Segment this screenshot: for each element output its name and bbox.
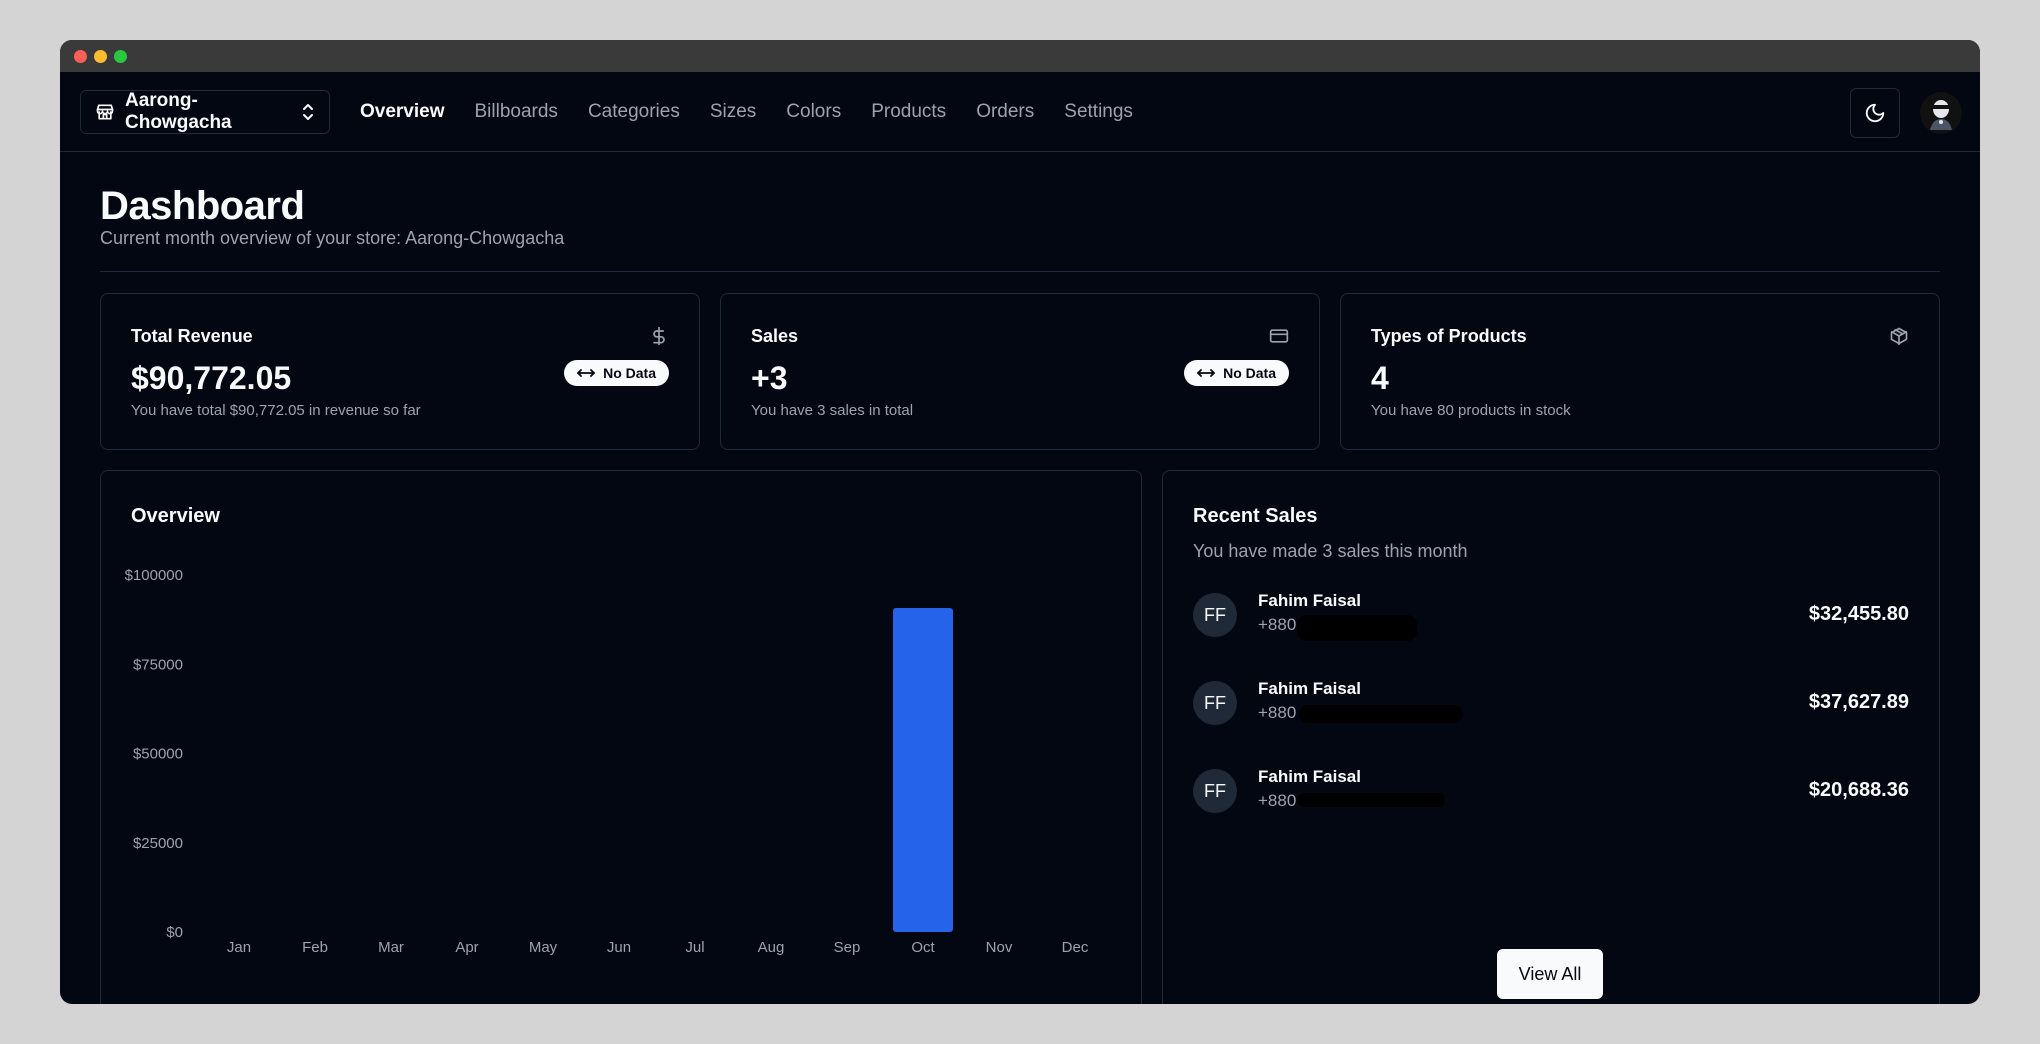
nav-products[interactable]: Products <box>871 101 946 123</box>
sale-amount: $20,688.36 <box>1808 779 1909 801</box>
x-tick-label: May <box>529 939 558 956</box>
customer-name: Fahim Faisal <box>1258 767 1361 786</box>
recent-sales-card: Recent Sales You have made 3 sales this … <box>1162 470 1940 1004</box>
sales-trend-badge: No Data <box>1184 360 1289 386</box>
product-types-card: Types of Products 4 You have 80 products… <box>1340 293 1940 450</box>
window-titlebar <box>60 40 1980 72</box>
close-window-icon[interactable] <box>74 50 87 63</box>
sale-amount: $32,455.80 <box>1808 603 1909 625</box>
page-subtitle: Current month overview of your store: Aa… <box>100 228 565 248</box>
product-types-desc: You have 80 products in stock <box>1371 402 1571 419</box>
product-types-title: Types of Products <box>1371 326 1527 346</box>
total-revenue-desc: You have total $90,772.05 in revenue so … <box>131 402 421 419</box>
product-types-value: 4 <box>1371 360 1389 396</box>
main-nav: Overview Billboards Categories Sizes Col… <box>360 72 1133 152</box>
user-avatar[interactable] <box>1920 92 1962 134</box>
x-tick-label: Aug <box>758 939 785 956</box>
customer-name: Fahim Faisal <box>1258 591 1361 610</box>
y-tick-label: $0 <box>166 924 183 941</box>
theme-toggle-button[interactable] <box>1850 88 1900 138</box>
x-tick-label: Sep <box>834 939 861 956</box>
badge-label: No Data <box>603 365 656 381</box>
x-tick-label: Jul <box>685 939 704 956</box>
nav-categories[interactable]: Categories <box>588 101 680 123</box>
divider <box>100 271 1940 272</box>
sale-row: FF Fahim Faisal +880 $37,627.89 <box>1193 679 1909 729</box>
package-icon <box>1890 327 1908 346</box>
customer-phone: +880 <box>1258 791 1297 810</box>
x-tick-label: Nov <box>986 939 1013 956</box>
y-tick-label: $75000 <box>133 656 183 673</box>
store-name: Aarong-Chowgacha <box>125 90 232 133</box>
customer-avatar: FF <box>1193 681 1237 725</box>
x-tick-label: Jun <box>607 939 631 956</box>
x-tick-label: Feb <box>302 939 328 956</box>
nav-settings[interactable]: Settings <box>1064 101 1133 123</box>
total-revenue-value: $90,772.05 <box>131 360 292 396</box>
sale-row: FF Fahim Faisal +880 $20,688.36 <box>1193 767 1909 817</box>
maximize-window-icon[interactable] <box>114 50 127 63</box>
top-navbar: Aarong-Chowgacha Overview Billboards Cat… <box>60 72 1980 152</box>
sales-title: Sales <box>751 326 799 346</box>
store-icon <box>96 104 114 120</box>
redaction-mark <box>1299 705 1463 723</box>
recent-sales-subtitle: You have made 3 sales this month <box>1193 541 1468 561</box>
sales-desc: You have 3 sales in total <box>751 402 914 419</box>
nav-overview[interactable]: Overview <box>360 101 445 123</box>
arrows-horizontal-icon <box>1197 369 1215 377</box>
overview-bar-chart: $100000 $75000 $50000 $25000 $0 Jan Feb Mar Apr M… <box>125 567 1089 956</box>
nav-sizes[interactable]: Sizes <box>710 101 756 123</box>
x-tick-label: Jan <box>227 939 251 956</box>
sale-amount: $37,627.89 <box>1808 691 1909 713</box>
sales-value: +3 <box>751 360 788 396</box>
store-switcher[interactable]: Aarong-Chowgacha <box>80 90 330 134</box>
view-all-button[interactable]: View All <box>1497 949 1603 999</box>
arrows-horizontal-icon <box>577 369 595 377</box>
sales-card: Sales +3 No Data You have 3 sales in tot… <box>720 293 1320 450</box>
customer-phone: +880 <box>1258 615 1297 634</box>
page-title: Dashboard <box>100 184 305 228</box>
y-tick-label: $50000 <box>133 746 183 763</box>
redaction-mark <box>1297 615 1417 641</box>
nav-colors[interactable]: Colors <box>786 101 841 123</box>
sale-row: FF Fahim Faisal +880 $32,455.80 <box>1193 591 1909 641</box>
total-revenue-title: Total Revenue <box>131 326 253 346</box>
customer-avatar: FF <box>1193 769 1237 813</box>
revenue-trend-badge: No Data <box>564 360 669 386</box>
customer-phone: +880 <box>1258 703 1297 722</box>
customer-avatar: FF <box>1193 593 1237 637</box>
y-tick-label: $25000 <box>133 835 183 852</box>
chevrons-up-down-icon <box>303 104 313 120</box>
x-tick-label: Apr <box>455 939 478 956</box>
nav-billboards[interactable]: Billboards <box>475 101 558 123</box>
dollar-icon <box>653 326 665 346</box>
y-tick-label: $100000 <box>125 567 183 584</box>
moon-icon <box>1865 103 1885 123</box>
user-avatar-icon <box>1930 100 1952 130</box>
x-tick-label: Mar <box>378 939 404 956</box>
customer-name: Fahim Faisal <box>1258 679 1361 698</box>
badge-label: No Data <box>1223 365 1276 381</box>
app-window: Aarong-Chowgacha Overview Billboards Cat… <box>60 40 1980 1004</box>
minimize-window-icon[interactable] <box>94 50 107 63</box>
chart-bar-oct <box>893 607 953 932</box>
total-revenue-card: Total Revenue $90,772.05 No Data You hav… <box>100 293 700 450</box>
x-tick-label: Dec <box>1062 939 1089 956</box>
credit-card-icon <box>1269 329 1289 343</box>
nav-orders[interactable]: Orders <box>976 101 1034 123</box>
x-tick-label: Oct <box>911 939 935 956</box>
overview-chart-card: Overview $100000 $75000 $50000 $25000 $0 Jan F… <box>100 470 1142 1004</box>
recent-sales-title: Recent Sales <box>1193 505 1318 527</box>
redaction-mark <box>1297 793 1445 807</box>
